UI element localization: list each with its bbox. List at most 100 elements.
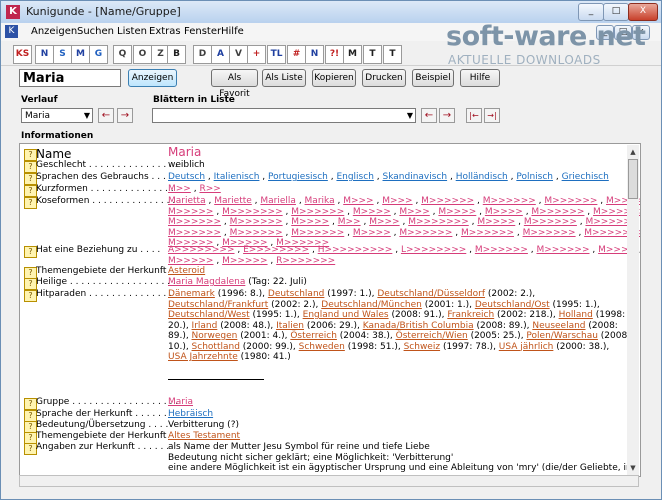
value-link[interactable]: Deutschland/Düsseldorf xyxy=(377,289,485,299)
value-link[interactable]: Schweiz xyxy=(404,342,441,352)
value-link[interactable]: Griechisch xyxy=(562,172,609,182)
value-link[interactable]: Mariette xyxy=(214,196,252,206)
value-link[interactable]: M>>>>>> xyxy=(475,245,528,255)
value-link[interactable]: M>> xyxy=(338,217,361,227)
toolbar-button-icon[interactable]: S xyxy=(53,45,72,64)
value-link[interactable]: USA Jahrzehnte xyxy=(168,352,238,362)
verlauf-forward-arrow-icon[interactable]: → xyxy=(117,108,133,123)
scroll-up-icon[interactable]: ▲ xyxy=(627,146,639,158)
value-link[interactable]: M>>>>>> xyxy=(483,196,536,206)
list-first-arrow-icon[interactable]: |← xyxy=(466,108,482,123)
value-link[interactable]: M>>>>>> xyxy=(523,228,576,238)
value-link[interactable]: Englisch xyxy=(336,172,373,182)
value-link[interactable]: M>>>> xyxy=(438,207,476,217)
toolbar-button-icon[interactable]: Q xyxy=(113,45,132,64)
value-link[interactable]: M>>>>>>> xyxy=(222,207,283,217)
drucken-button[interactable]: Drucken xyxy=(362,69,406,87)
value-link[interactable]: M>>> xyxy=(399,207,429,217)
menu-item[interactable]: Extras xyxy=(149,26,181,37)
toolbar-button-icon[interactable]: KS xyxy=(13,45,32,64)
value-link[interactable]: M>>> xyxy=(382,196,412,206)
als-liste-button[interactable]: Als Liste xyxy=(262,69,306,87)
value-link[interactable]: M>>>>>> xyxy=(524,217,577,227)
toolbar-button-icon[interactable]: # xyxy=(287,45,306,64)
value-link[interactable]: R>>>>>>> xyxy=(276,256,335,266)
anzeigen-button[interactable]: Anzeigen xyxy=(128,69,177,87)
value-link[interactable]: M>>>> xyxy=(291,217,329,227)
value-link[interactable]: Deutschland/Ost xyxy=(475,300,550,310)
value-link[interactable]: Marietta xyxy=(168,196,206,206)
value-link[interactable]: H>>>>>>>>> xyxy=(318,245,393,255)
value-link[interactable]: Altes Testament xyxy=(168,431,240,441)
value-link[interactable]: England und Wales xyxy=(303,310,389,320)
value-link[interactable]: Hebräisch xyxy=(168,409,213,419)
value-link[interactable]: M>>>>>> xyxy=(291,207,344,217)
menu-item[interactable]: Hilfe xyxy=(221,26,244,37)
value-link[interactable]: M>>> xyxy=(369,217,399,227)
value-link[interactable]: Kanada/British Columbia xyxy=(363,321,474,331)
value-link[interactable]: Irland xyxy=(192,321,218,331)
value-link[interactable]: Frankreich xyxy=(447,310,494,320)
value-link[interactable]: M>>>>>> xyxy=(168,228,221,238)
value-link[interactable]: Polnisch xyxy=(516,172,553,182)
value-link[interactable]: Deutschland/Frankfurt xyxy=(168,300,268,310)
scroll-thumb[interactable] xyxy=(628,159,638,199)
beispiel-button[interactable]: Beispiel xyxy=(412,69,454,87)
blaettern-select[interactable]: ▼ xyxy=(152,108,416,123)
document-icon[interactable]: K xyxy=(5,25,18,38)
toolbar-button-icon[interactable]: G xyxy=(89,45,108,64)
value-link[interactable]: Maria xyxy=(168,397,193,407)
value-link[interactable]: Deutschland/West xyxy=(168,310,250,320)
hilfe-button[interactable]: Hilfe xyxy=(460,69,500,87)
value-link[interactable]: M>>>> xyxy=(353,228,391,238)
toolbar-button-icon[interactable]: M xyxy=(71,45,90,64)
value-link[interactable]: M>>>>>> xyxy=(544,196,597,206)
toolbar-button-icon[interactable]: TL xyxy=(267,45,286,64)
value-link[interactable]: Polen/Warschau xyxy=(526,331,598,341)
value-link[interactable]: Maria Magdalena xyxy=(168,277,245,287)
value-link[interactable]: Deutschland xyxy=(268,289,324,299)
menu-item[interactable]: Suchen xyxy=(77,26,114,37)
value-link[interactable]: Neuseeland xyxy=(532,321,585,331)
value-link[interactable]: Marika xyxy=(305,196,335,206)
value-link[interactable]: M>> xyxy=(168,184,191,194)
value-link[interactable]: Österreich/Wien xyxy=(396,331,468,341)
toolbar-button-icon[interactable]: V xyxy=(229,45,248,64)
toolbar-button-icon[interactable]: T xyxy=(383,45,402,64)
toolbar-button-icon[interactable]: N xyxy=(35,45,54,64)
value-link[interactable]: Schottland xyxy=(192,342,240,352)
menu-item[interactable]: Listen xyxy=(117,26,147,37)
menu-item[interactable]: Fenster xyxy=(184,26,221,37)
value-link[interactable]: M>>>> xyxy=(477,217,515,227)
toolbar-button-icon[interactable]: T xyxy=(363,45,382,64)
horizontal-scrollbar[interactable] xyxy=(19,475,639,487)
value-link[interactable]: M>>>>>>> xyxy=(408,217,469,227)
value-link[interactable]: M>>>> xyxy=(353,207,391,217)
scroll-down-icon[interactable]: ▼ xyxy=(627,462,639,474)
value-link[interactable]: USA jährlich xyxy=(499,342,554,352)
value-link[interactable]: M>>>>>> xyxy=(421,196,474,206)
value-link[interactable]: M>>>>>> xyxy=(168,217,221,227)
value-link[interactable]: M>>>>>> xyxy=(399,228,452,238)
list-last-arrow-icon[interactable]: →| xyxy=(484,108,500,123)
kopieren-button[interactable]: Kopieren xyxy=(312,69,356,87)
value-link[interactable]: Mariella xyxy=(260,196,296,206)
value-link[interactable]: Österreich xyxy=(290,331,337,341)
value-link[interactable]: Asteroid xyxy=(168,266,205,276)
value-link[interactable]: M>>>>>> xyxy=(531,207,584,217)
maximize-button[interactable]: □ xyxy=(603,3,629,21)
toolbar-button-icon[interactable]: O xyxy=(133,45,152,64)
search-input[interactable] xyxy=(19,69,121,87)
menu-item[interactable]: Anzeigen xyxy=(31,26,77,37)
value-link[interactable]: M>>>>>> xyxy=(230,217,283,227)
value-link[interactable]: Holland xyxy=(559,310,593,320)
value-link[interactable]: R>> xyxy=(199,184,220,194)
toolbar-button-icon[interactable]: A xyxy=(211,45,230,64)
value-link[interactable]: Skandinavisch xyxy=(383,172,448,182)
value-link[interactable]: M>>>>> xyxy=(222,256,267,266)
close-button[interactable]: X xyxy=(628,3,658,21)
toolbar-button-icon[interactable]: ?! xyxy=(325,45,344,64)
toolbar-button-icon[interactable]: B xyxy=(167,45,186,64)
value-link[interactable]: Deutschland/München xyxy=(321,300,422,310)
value-link[interactable]: M>>>>> xyxy=(168,207,213,217)
